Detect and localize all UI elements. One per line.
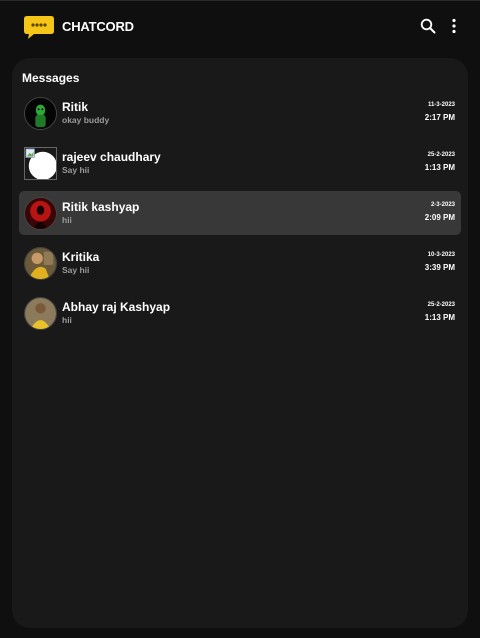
avatar bbox=[24, 297, 57, 330]
message-date: 2-3-2023 bbox=[430, 202, 455, 208]
contact-name: Ritik bbox=[62, 100, 89, 114]
message-preview: hii bbox=[62, 215, 72, 225]
message-preview: Say hii bbox=[62, 265, 90, 275]
message-time: 1:13 PM bbox=[424, 163, 455, 172]
chat-bubble-icon bbox=[23, 14, 55, 40]
message-time: 3:39 PM bbox=[424, 263, 455, 272]
avatar bbox=[24, 197, 57, 230]
messages-panel: Messages Ritik okay buddy 11-3-2023 2:17… bbox=[12, 58, 468, 628]
message-preview: hii bbox=[62, 315, 72, 325]
conversation-row[interactable]: rajeev chaudhary Say hii 25-2-2023 1:13 … bbox=[19, 141, 461, 185]
message-time: 2:09 PM bbox=[424, 213, 455, 222]
app-brand: CHATCORD bbox=[62, 19, 134, 34]
more-vertical-icon[interactable] bbox=[443, 15, 465, 37]
avatar bbox=[24, 97, 57, 130]
contact-name: rajeev chaudhary bbox=[62, 150, 161, 164]
message-preview: okay buddy bbox=[62, 115, 110, 125]
avatar bbox=[24, 147, 57, 180]
conversation-row[interactable]: Ritik okay buddy 11-3-2023 2:17 PM bbox=[19, 91, 461, 135]
contact-name: Abhay raj Kashyap bbox=[62, 300, 171, 314]
chat-app: CHATCORD Messages Ritik okay buddy 11-3-… bbox=[0, 0, 480, 638]
message-time: 1:13 PM bbox=[424, 313, 455, 322]
conversation-list: Ritik okay buddy 11-3-2023 2:17 PM rajee… bbox=[19, 91, 461, 341]
message-preview: Say hii bbox=[62, 165, 90, 175]
search-icon[interactable] bbox=[417, 15, 439, 37]
avatar bbox=[24, 247, 57, 280]
panel-title: Messages bbox=[22, 71, 80, 85]
conversation-row[interactable]: Abhay raj Kashyap hii 25-2-2023 1:13 PM bbox=[19, 291, 461, 335]
message-date: 25-2-2023 bbox=[427, 152, 455, 158]
conversation-row[interactable]: Kritika Say hii 10-3-2023 3:39 PM bbox=[19, 241, 461, 285]
conversation-row-active[interactable]: Ritik kashyap hii 2-3-2023 2:09 PM bbox=[19, 191, 461, 235]
contact-name: Ritik kashyap bbox=[62, 200, 140, 214]
message-date: 11-3-2023 bbox=[427, 102, 455, 108]
contact-name: Kritika bbox=[62, 250, 100, 264]
message-date: 25-2-2023 bbox=[427, 302, 455, 308]
message-time: 2:17 PM bbox=[424, 113, 455, 122]
message-date: 10-3-2023 bbox=[427, 252, 455, 258]
app-header: CHATCORD bbox=[0, 1, 480, 53]
